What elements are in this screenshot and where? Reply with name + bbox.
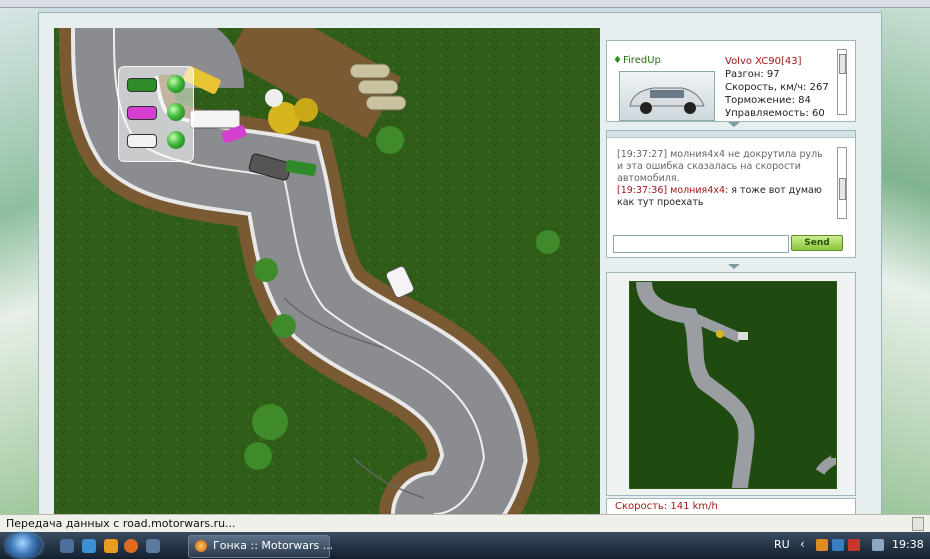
chat-timestamp: [19:37:36] — [617, 185, 668, 196]
internet-explorer-icon[interactable] — [82, 539, 96, 553]
tray-app-icon[interactable] — [816, 539, 828, 551]
player-info-panel: ♦ FiredUp Volvo XC90[43] Разгон: 97 Скор… — [606, 40, 856, 122]
race-track-view[interactable] — [54, 28, 600, 514]
stat-braking: Торможение: 84 — [725, 95, 811, 106]
resize-grip-icon[interactable] — [912, 517, 924, 531]
start-button[interactable] — [6, 533, 42, 558]
player-marker-icon: ♦ — [613, 55, 622, 66]
collapse-arrow-icon[interactable] — [728, 264, 740, 269]
chat-timestamp: [19:37:27] — [617, 149, 668, 160]
car-model[interactable]: Volvo XC90[43] — [725, 55, 829, 68]
network-icon[interactable] — [872, 539, 884, 551]
collapse-arrow-icon[interactable] — [728, 122, 740, 127]
player-panel-scrollbar[interactable] — [837, 49, 847, 115]
show-desktop-icon[interactable] — [60, 539, 74, 553]
taskbar: Гонка :: Motorwars ... RU ‹ 19:38 — [0, 532, 930, 559]
car-status-row — [127, 73, 189, 95]
firefox-icon[interactable] — [124, 539, 138, 553]
player-name[interactable]: FiredUp — [623, 55, 661, 66]
tray-app-icon[interactable] — [848, 539, 860, 551]
car-thumbnail — [619, 71, 715, 121]
firefox-icon — [195, 540, 207, 552]
media-player-icon[interactable] — [104, 539, 118, 553]
chat-message: [19:37:27] молния4х4 не докрутила руль и… — [617, 149, 831, 185]
chat-panel-header — [607, 131, 855, 138]
white-car-icon — [127, 134, 157, 148]
car-status-row — [127, 129, 189, 151]
minimap-panel — [606, 272, 856, 496]
clock[interactable]: 19:38 — [892, 538, 924, 551]
browser-statusbar: Передача данных с road.motorwars.ru... — [0, 514, 930, 533]
car-status-row — [127, 101, 189, 123]
car-status-panel — [118, 66, 194, 162]
chat-message-input[interactable] — [613, 235, 789, 253]
chat-messages: [19:37:27] молния4х4 не докрутила руль и… — [617, 149, 831, 209]
status-light-icon — [167, 75, 185, 93]
page-background-right — [880, 8, 930, 514]
status-text: Передача данных с road.motorwars.ru... — [6, 517, 236, 530]
chat-username[interactable]: молния4х4: — [670, 185, 728, 196]
green-car-icon — [127, 78, 157, 92]
stat-acceleration: Разгон: 97 — [725, 69, 780, 80]
window-title: Гонка :: Motorwars ... — [213, 539, 334, 552]
track-minimap[interactable] — [629, 281, 837, 489]
status-light-icon — [167, 103, 185, 121]
chat-scrollbar[interactable] — [837, 147, 847, 219]
browser-tabstrip — [0, 0, 930, 8]
tray-app-icon[interactable] — [832, 539, 844, 551]
speed-panel: Скорость: 141 km/h — [606, 498, 856, 515]
tray-expand-icon[interactable]: ‹ — [800, 537, 805, 551]
switch-windows-icon[interactable] — [146, 539, 160, 553]
stat-speed: Скорость, км/ч: 267 — [725, 82, 829, 93]
language-indicator[interactable]: RU — [774, 538, 790, 551]
car-stats: Volvo XC90[43] Разгон: 97 Скорость, км/ч… — [725, 55, 829, 120]
chat-panel: [19:37:27] молния4х4 не докрутила руль и… — [606, 130, 856, 258]
purple-car-icon — [127, 106, 157, 120]
stat-handling: Управляемость: 60 — [725, 108, 825, 119]
speed-readout: Скорость: 141 km/h — [615, 501, 718, 512]
status-light-icon — [167, 131, 185, 149]
chat-message: [19:37:36] молния4х4: я тоже вот думаю к… — [617, 185, 831, 209]
send-button[interactable]: Send — [791, 235, 843, 251]
taskbar-window-button[interactable]: Гонка :: Motorwars ... — [188, 535, 334, 558]
page-background-left — [0, 8, 40, 514]
